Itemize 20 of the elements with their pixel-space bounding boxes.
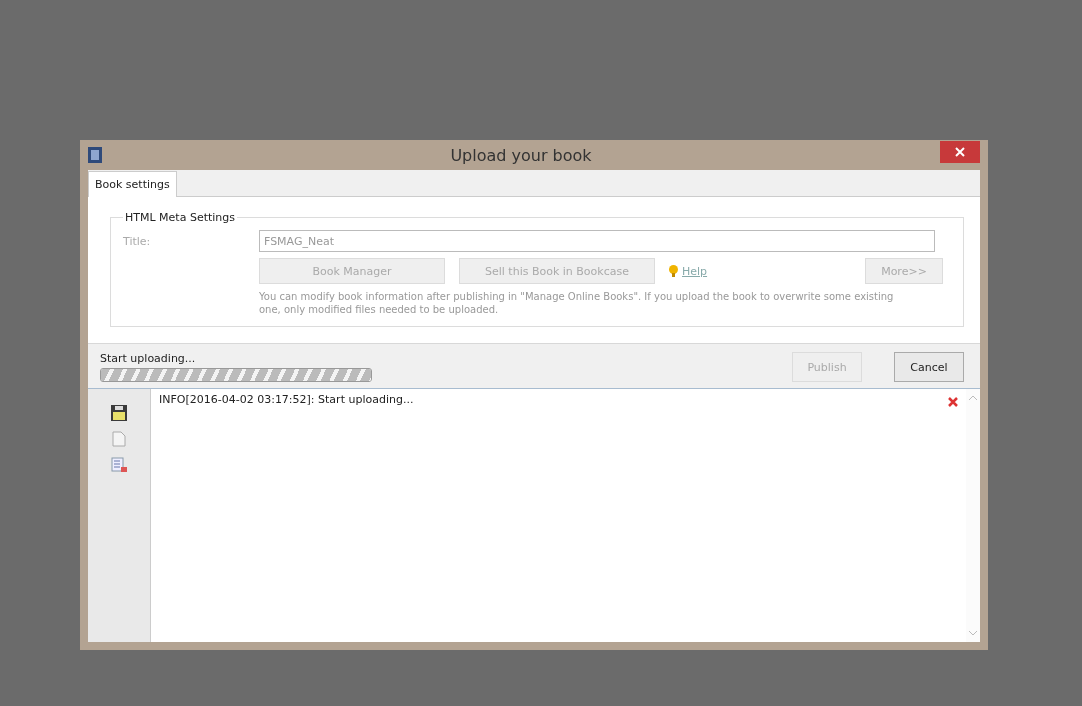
save-icon[interactable] (111, 405, 127, 421)
help-link[interactable]: Help (669, 264, 708, 278)
cancel-button[interactable]: Cancel (894, 352, 964, 382)
log-line: INFO[2016-04-02 03:17:52]: Start uploading... (159, 393, 415, 406)
field-label: Title: (123, 234, 152, 248)
clear-log-icon[interactable] (111, 457, 127, 473)
scroll-up-icon[interactable] (969, 395, 977, 400)
delete-icon[interactable] (948, 397, 958, 407)
copy-icon[interactable] (112, 431, 126, 447)
close-icon (955, 147, 965, 157)
scroll-down-icon[interactable] (969, 631, 977, 636)
window-title: Upload your book (449, 145, 593, 165)
scrollbar[interactable] (966, 389, 980, 642)
tab[interactable]: Book settings (88, 171, 177, 197)
close-button[interactable] (940, 141, 980, 163)
info-note: You can modify book information after publishing in "Manage Online Books". If you upload the book to overwrite some existing one, only modified files needed to be uploaded. (259, 290, 895, 316)
group-title: HTML Meta Settings (124, 211, 237, 224)
lightbulb-icon (669, 265, 678, 277)
book-icon (88, 147, 102, 163)
status-text: Start uploading... (100, 352, 197, 365)
